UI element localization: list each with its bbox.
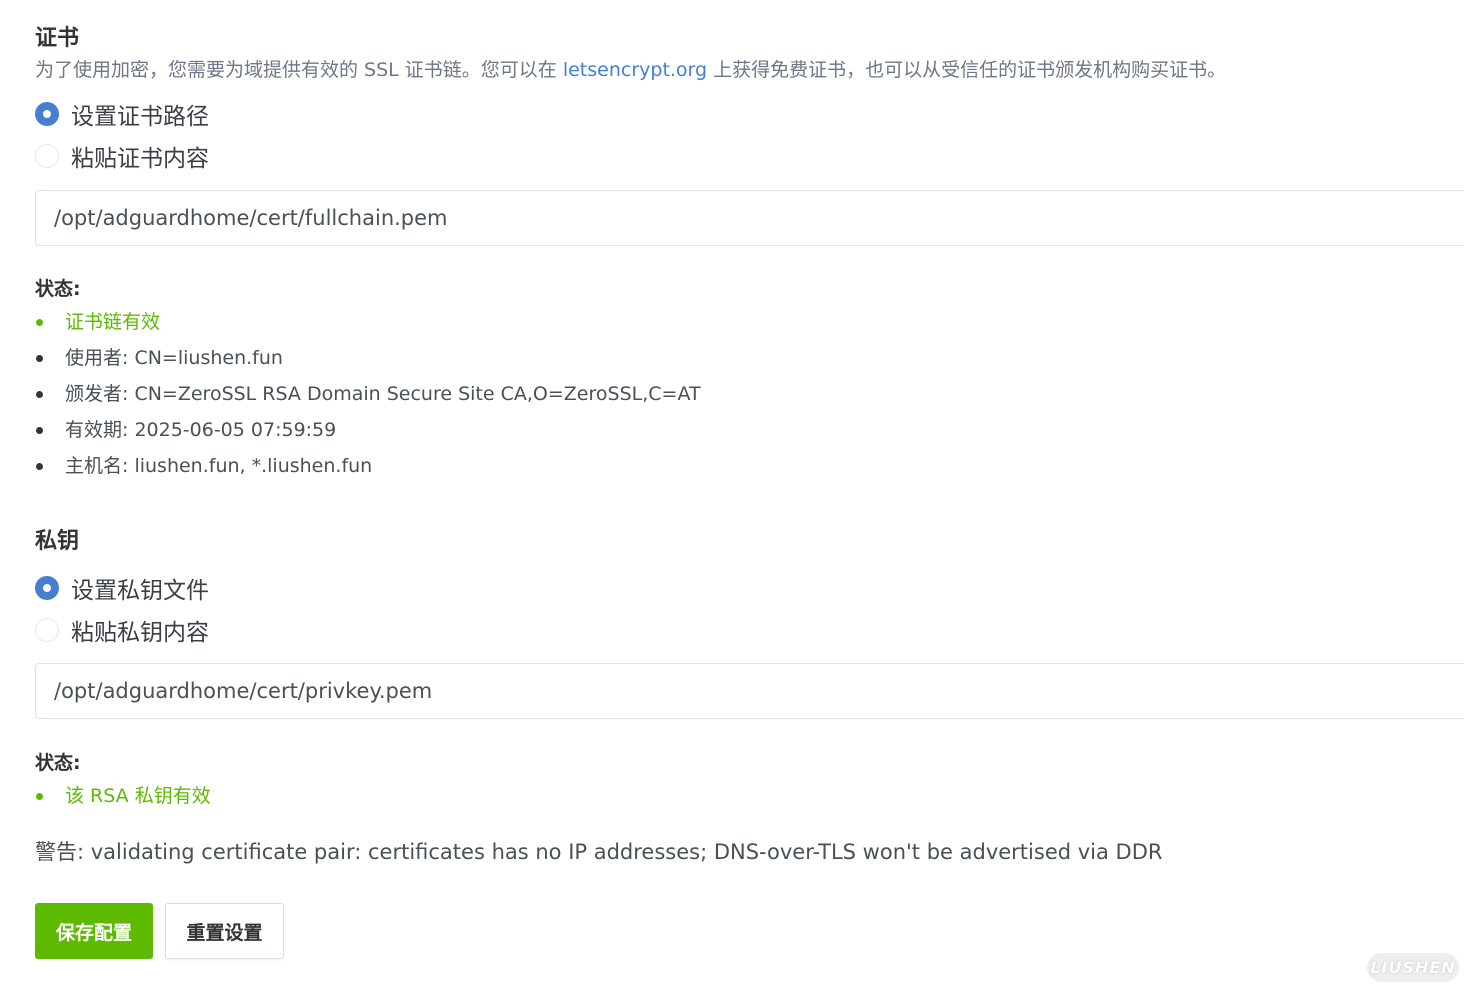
cert-description-before: 为了使用加密，您需要为域提供有效的 SSL 证书链。您可以在 xyxy=(35,59,563,81)
cert-radio-path-label: 设置证书路径 xyxy=(71,104,209,130)
cert-status-expiry: 有效期: 2025-06-05 07:59:59 xyxy=(35,412,701,448)
cert-description: 为了使用加密，您需要为域提供有效的 SSL 证书链。您可以在 letsencry… xyxy=(35,55,1226,82)
key-status-list: 该 RSA 私钥有效 xyxy=(35,778,211,814)
key-radio-file-indicator[interactable] xyxy=(35,576,59,600)
key-path-input[interactable] xyxy=(35,663,1464,719)
watermark-logo: LIUSHEN xyxy=(1367,953,1459,982)
cert-status-valid: 证书链有效 xyxy=(35,304,701,340)
cert-path-input[interactable] xyxy=(35,190,1464,246)
certificate-settings-page: 证书 为了使用加密，您需要为域提供有效的 SSL 证书链。您可以在 letsen… xyxy=(0,0,1464,986)
save-config-button[interactable]: 保存配置 xyxy=(35,903,153,959)
letsencrypt-link[interactable]: letsencrypt.org xyxy=(563,59,707,81)
key-status-valid: 该 RSA 私钥有效 xyxy=(35,778,211,814)
cert-status-label: 状态: xyxy=(35,278,81,300)
cert-radio-paste-indicator[interactable] xyxy=(35,144,59,168)
cert-radio-paste-label: 粘贴证书内容 xyxy=(71,146,209,172)
cert-radio-path[interactable]: 设置证书路径 xyxy=(35,97,209,131)
reset-settings-button[interactable]: 重置设置 xyxy=(165,903,284,959)
cert-status-subject: 使用者: CN=liushen.fun xyxy=(35,340,701,376)
validation-warning: 警告: validating certificate pair: certifi… xyxy=(35,840,1163,864)
key-radio-paste-indicator[interactable] xyxy=(35,618,59,642)
key-radio-paste[interactable]: 粘贴私钥内容 xyxy=(35,613,209,647)
cert-status-issuer: 颁发者: CN=ZeroSSL RSA Domain Secure Site C… xyxy=(35,376,701,412)
key-radio-paste-label: 粘贴私钥内容 xyxy=(71,620,209,646)
key-section-title: 私钥 xyxy=(35,529,80,554)
cert-status-list: 证书链有效 使用者: CN=liushen.fun 颁发者: CN=ZeroSS… xyxy=(35,304,701,484)
key-radio-file-label: 设置私钥文件 xyxy=(71,578,209,604)
cert-section-title: 证书 xyxy=(35,26,80,51)
cert-status-hostnames: 主机名: liushen.fun, *.liushen.fun xyxy=(35,448,701,484)
cert-radio-path-indicator[interactable] xyxy=(35,102,59,126)
key-radio-file[interactable]: 设置私钥文件 xyxy=(35,571,209,605)
key-status-label: 状态: xyxy=(35,752,81,774)
cert-radio-paste[interactable]: 粘贴证书内容 xyxy=(35,139,209,173)
cert-description-after: 上获得免费证书，也可以从受信任的证书颁发机构购买证书。 xyxy=(707,59,1227,81)
